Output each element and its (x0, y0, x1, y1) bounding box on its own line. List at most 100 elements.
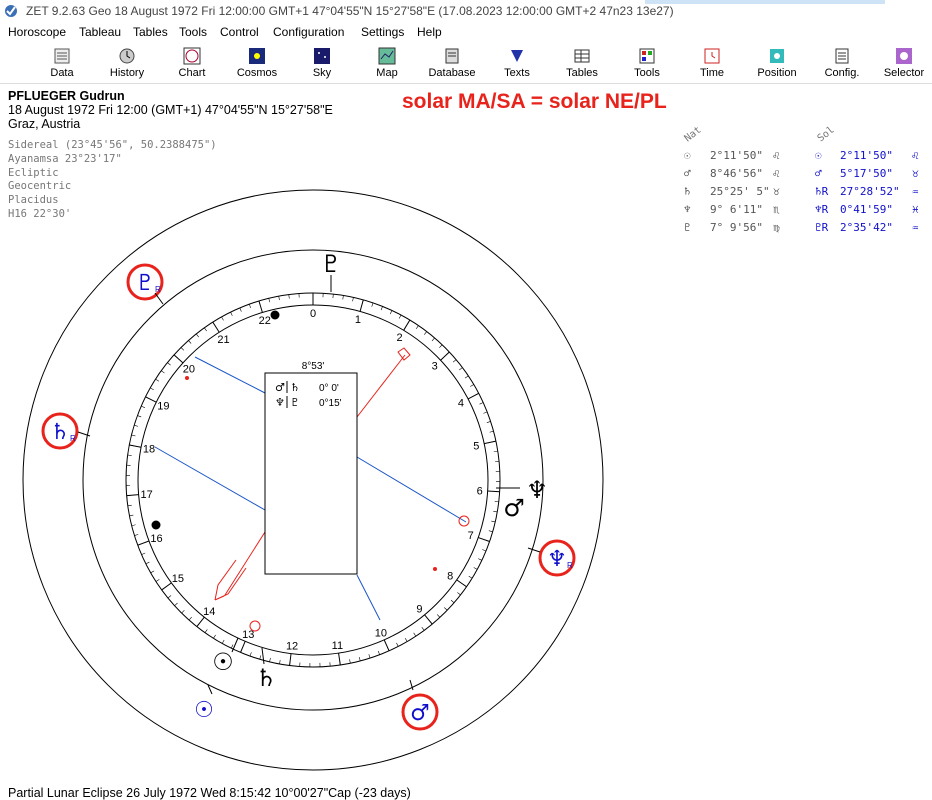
dial-minor-tick (167, 595, 172, 599)
tools-button[interactable]: Tools (615, 45, 679, 83)
dial-minor-tick (249, 304, 251, 309)
highlight-circle (126, 263, 164, 301)
center-row-glyph: ♄ (290, 381, 300, 394)
texts-label: Texts (504, 67, 530, 79)
setting-geocentric: Geocentric (8, 180, 72, 193)
person-info: PFLUEGER Gudrun 18 August 1972 Fri 12:00… (8, 89, 333, 131)
menu-tools[interactable]: Tools (179, 22, 207, 42)
red-dot (185, 376, 189, 380)
dial-minor-tick (167, 362, 171, 366)
dial-minor-tick (371, 302, 374, 307)
dial-tick (487, 490, 500, 493)
tools-icon (639, 48, 655, 64)
dial-minor-tick (161, 587, 166, 591)
position-row: ♂ 8°46'56" ♌ ♂ 5°17'50" ♉ (680, 167, 932, 185)
sol-glyph: ♇R (815, 221, 829, 234)
sol-value: 27°28'52" (840, 185, 900, 198)
time-label: Time (699, 67, 725, 79)
dial-minor-tick (127, 504, 132, 507)
dial-minor-tick (339, 660, 341, 666)
menu-tables[interactable]: Tables (133, 22, 168, 42)
menu-bar: Horoscope Tableau Tables Tools Control C… (0, 22, 932, 42)
dial-number: 19 (157, 401, 169, 413)
sky-button[interactable]: Sky (290, 45, 354, 83)
nat-sign: ♍ (773, 221, 780, 234)
cosmos-button[interactable]: Cosmos (225, 45, 289, 83)
tools-label: Tools (634, 67, 660, 79)
person-place: Graz, Austria (8, 117, 81, 131)
dial-number: 5 (473, 440, 479, 452)
dial-number: 10 (375, 628, 387, 640)
dial-minor-tick (398, 314, 402, 319)
dial-minor-tick (493, 510, 498, 513)
dial-minor-tick (464, 375, 469, 379)
time-button[interactable]: Time (680, 45, 744, 83)
dial-marker-dot (151, 520, 161, 530)
menu-tableau[interactable]: Tableau (79, 22, 121, 42)
texts-button[interactable]: Texts (485, 45, 549, 83)
toolbar: Data History Chart Cosmos Sky Map Databa… (0, 43, 932, 84)
app-icon (5, 5, 17, 17)
tables-button[interactable]: Tables (550, 45, 614, 83)
menu-settings[interactable]: Settings (361, 22, 404, 42)
dial-number: 2 (396, 332, 402, 344)
dial-ring-inner (137, 304, 489, 656)
dial-minor-tick (240, 648, 243, 653)
database-button[interactable]: Database (420, 45, 484, 83)
dial-minor-tick (489, 430, 494, 433)
dial-planet-marker (249, 620, 261, 632)
dial-ring-outer (125, 292, 501, 668)
nat-value: 7° 9'56" (710, 221, 763, 234)
dial-minor-tick (129, 514, 134, 517)
dial-tick (467, 392, 479, 400)
map-button[interactable]: Map (355, 45, 419, 83)
dial-minor-tick (239, 307, 242, 312)
dial-number: 0 (310, 308, 316, 320)
dial-minor-tick (131, 524, 136, 527)
dial-minor-tick (278, 296, 280, 301)
pointer-line (356, 354, 406, 418)
chart-button[interactable]: Chart (160, 45, 224, 83)
data-label: Data (50, 67, 74, 79)
config-button[interactable]: Config. (810, 45, 874, 83)
dial-tick (258, 300, 263, 313)
dial-tick (173, 354, 184, 364)
title-bar: ZET 9.2.63 Geo 18 August 1972 Fri 12:00:… (0, 0, 932, 22)
dial-tick (289, 653, 292, 666)
pointer-head (397, 347, 411, 361)
dial-number: 4 (458, 398, 464, 410)
dial-minor-tick (457, 592, 461, 596)
outer-tick (154, 292, 164, 305)
center-box (264, 372, 358, 575)
dial-minor-tick (446, 351, 450, 355)
dial-minor-tick (352, 297, 354, 302)
chart-settings: Sidereal (23°45'56", 50.2388475") Ayanam… (8, 139, 217, 222)
dial-number: 3 (432, 361, 438, 373)
dial-minor-tick (137, 415, 142, 418)
dial-minor-tick (204, 327, 207, 332)
dial-number: 16 (150, 533, 162, 545)
tables-label: Tables (566, 67, 598, 79)
sol-sign: ♓ (912, 203, 919, 216)
menu-help[interactable]: Help (417, 22, 442, 42)
position-button[interactable]: Position (745, 45, 809, 83)
history-button[interactable]: History (95, 45, 159, 83)
outer-tick (527, 547, 541, 553)
menu-control[interactable]: Control (220, 22, 259, 42)
highlight-circle (401, 693, 439, 731)
outer-saturn-glyph: ♄ (50, 420, 70, 445)
config-label: Config. (824, 67, 860, 79)
center-title: 8°53' (302, 361, 325, 372)
nat-glyph: ♄ (684, 185, 691, 198)
sol-sign: ♉ (912, 167, 919, 180)
history-label: History (109, 67, 145, 79)
menu-configuration[interactable]: Configuration (273, 22, 344, 42)
headline: solar MA/SA = solar NE/PL (402, 90, 667, 113)
dial-minor-tick (349, 659, 351, 664)
data-button[interactable]: Data (30, 45, 94, 83)
dial-minor-tick (491, 440, 496, 443)
inner-saturn-glyph: ♄ (255, 664, 277, 692)
menu-horoscope[interactable]: Horoscope (8, 22, 66, 42)
dial-tick (484, 440, 497, 445)
selector-button[interactable]: Selector (872, 45, 932, 83)
